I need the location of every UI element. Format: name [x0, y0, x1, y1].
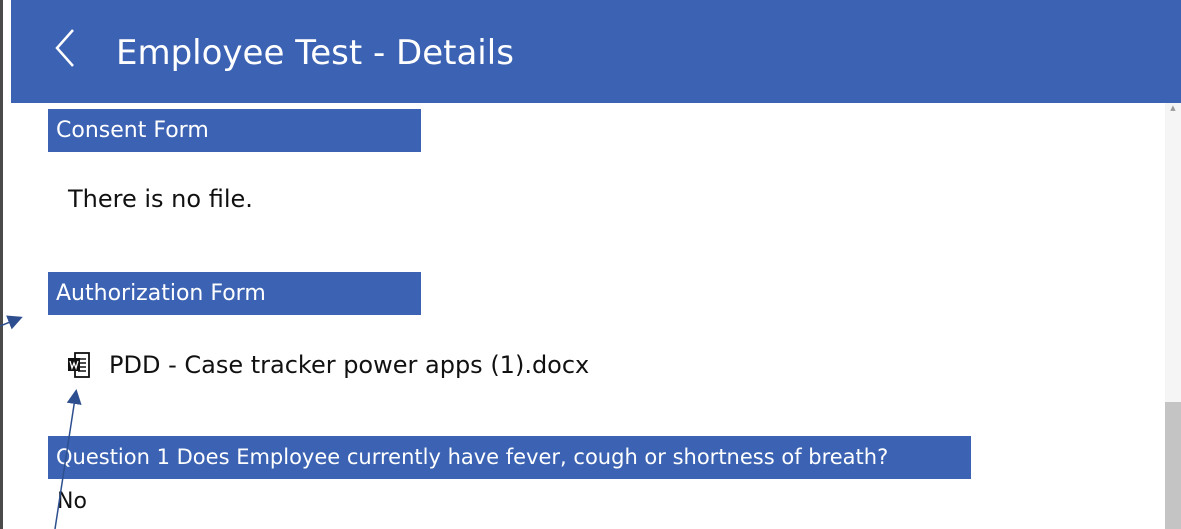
back-button[interactable] — [49, 24, 81, 72]
authorization-form-label: Authorization Form — [48, 272, 421, 315]
window-left-border — [0, 0, 3, 529]
header-bar: Employee Test - Details — [11, 0, 1181, 103]
authorization-file-link[interactable]: PDD - Case tracker power apps (1).docx — [67, 348, 589, 382]
chevron-left-icon — [55, 29, 74, 67]
authorization-file-name: PDD - Case tracker power apps (1).docx — [109, 351, 590, 379]
question-1-answer: No — [57, 489, 87, 514]
question-1-label: Question 1 Does Employee currently have … — [48, 436, 971, 479]
word-document-icon — [68, 352, 90, 378]
app-screen: Employee Test - Details Consent Form The… — [11, 0, 1181, 529]
consent-form-label: Consent Form — [48, 109, 421, 152]
consent-form-value: There is no file. — [68, 185, 253, 213]
scrollbar-thumb[interactable] — [1165, 402, 1181, 529]
vertical-scrollbar[interactable]: ▲ — [1165, 103, 1181, 529]
scroll-up-arrow-icon[interactable]: ▲ — [1165, 103, 1181, 113]
details-form: Consent Form There is no file. Authoriza… — [11, 103, 1181, 529]
page-title: Employee Test - Details — [116, 33, 514, 73]
